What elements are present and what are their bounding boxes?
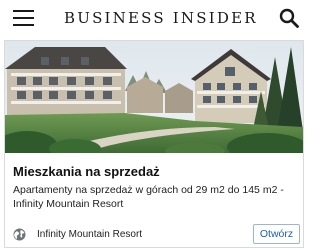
ad-description[interactable]: Apartamenty na sprzedaż w górach od 29 m… <box>13 183 299 211</box>
site-header: BUSINESS INSIDER <box>0 0 308 36</box>
open-button[interactable]: Otwórz <box>253 224 300 244</box>
globe-icon <box>13 228 26 241</box>
advertiser-name: Infinity Mountain Resort <box>37 229 143 240</box>
hamburger-menu-button[interactable] <box>13 10 34 26</box>
search-icon <box>279 8 299 28</box>
ad-card[interactable]: Mieszkania na sprzedaż Apartamenty na sp… <box>4 40 304 248</box>
ad-title[interactable]: Mieszkania na sprzedaż <box>13 164 160 179</box>
menu-bar-line <box>13 17 34 19</box>
site-logo[interactable]: BUSINESS INSIDER <box>64 9 256 27</box>
menu-bar-line <box>13 24 34 26</box>
search-button[interactable] <box>279 8 299 28</box>
advertiser-info[interactable]: Infinity Mountain Resort <box>13 227 213 243</box>
menu-bar-line <box>13 10 34 12</box>
resort-image[interactable] <box>5 41 303 153</box>
